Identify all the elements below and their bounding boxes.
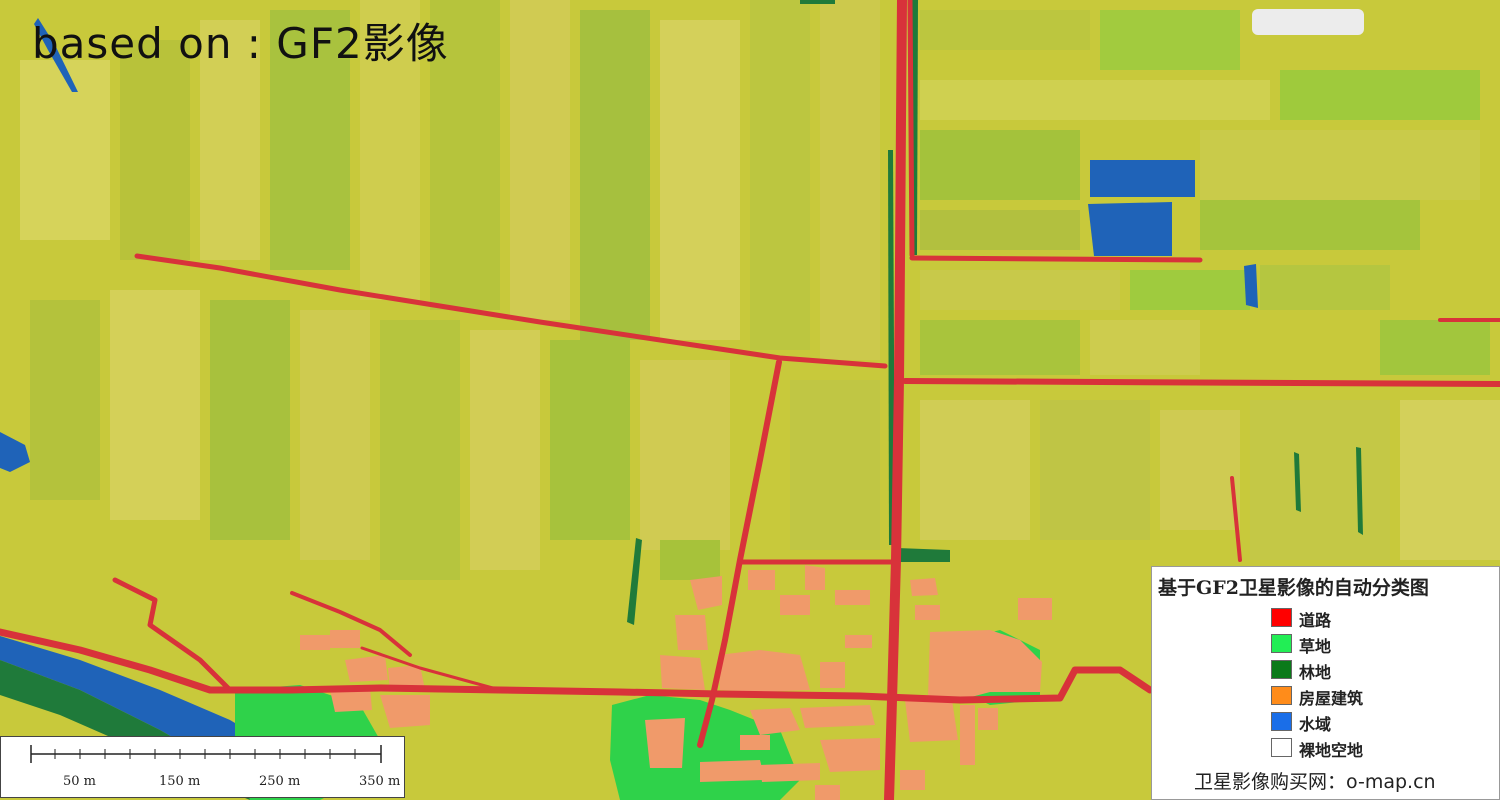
legend-label-road: 道路 [1299, 611, 1332, 630]
legend-panel: 基于GF2卫星影像的自动分类图 道路 草地 林地 房屋建筑 水域 裸地空地 卫星… [1151, 566, 1500, 800]
legend-label-water: 水域 [1299, 715, 1332, 734]
legend-label-bare-land: 裸地空地 [1299, 741, 1364, 760]
legend-swatch-forest [1271, 660, 1292, 679]
scale-label-150: 150 m [159, 774, 201, 789]
legend-swatch-water [1271, 712, 1292, 731]
legend-label-forest: 林地 [1299, 663, 1332, 682]
legend-swatch-grass [1271, 634, 1292, 653]
scale-label-50: 50 m [63, 774, 97, 789]
cloud-patch [1252, 9, 1364, 35]
legend-title: 基于GF2卫星影像的自动分类图 [1158, 577, 1429, 599]
legend-swatch-road [1271, 608, 1292, 627]
legend-swatch-bare-land [1271, 738, 1292, 757]
scale-label-250: 250 m [259, 774, 301, 789]
scale-bar-ruler [30, 745, 382, 763]
imagery-source-title: based on : GF2影像 [32, 19, 449, 68]
scale-bar: 50 m 150 m 250 m 350 m [0, 736, 405, 798]
legend-label-building: 房屋建筑 [1299, 689, 1364, 708]
legend-swatch-building [1271, 686, 1292, 705]
legend-label-grass: 草地 [1299, 637, 1332, 656]
scale-label-350: 350 m [359, 774, 401, 789]
legend-footer-source: 卫星影像购买网：o-map.cn [1194, 771, 1436, 793]
